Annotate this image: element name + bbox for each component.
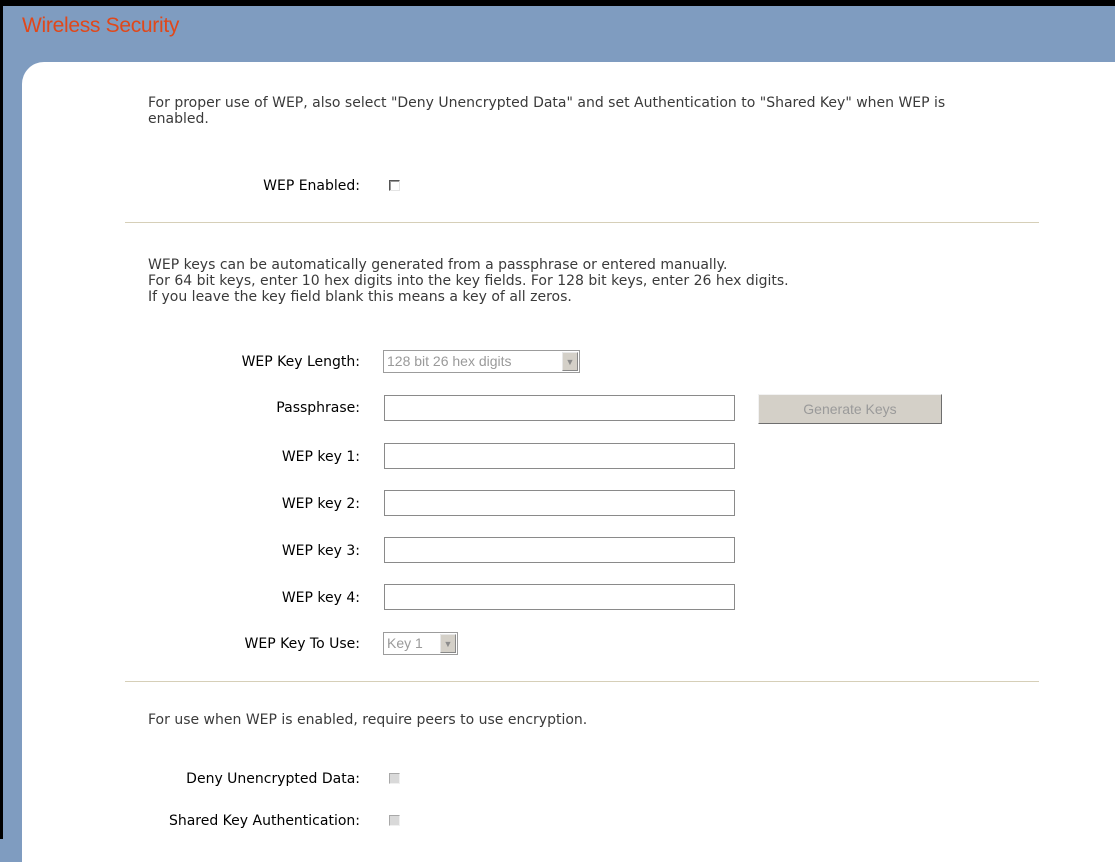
deny-unencrypted-checkbox[interactable]	[389, 773, 400, 784]
wep-key-1-label: WEP key 1:	[281, 449, 360, 465]
wep-key-to-use-value: Key 1	[387, 635, 423, 651]
section-divider	[125, 222, 1039, 223]
wep-key-length-select[interactable]: 128 bit 26 hex digits ▼	[383, 350, 580, 373]
wep-key-length-value: 128 bit 26 hex digits	[387, 353, 512, 369]
encryption-help-text: For use when WEP is enabled, require pee…	[148, 712, 588, 728]
generate-keys-button[interactable]: Generate Keys	[758, 394, 942, 424]
wep-key-length-label: WEP Key Length:	[241, 354, 360, 370]
wep-key-1-input[interactable]	[384, 443, 735, 469]
wep-key-4-input[interactable]	[384, 584, 735, 610]
wep-key-2-input[interactable]	[384, 490, 735, 516]
shared-key-auth-checkbox[interactable]	[389, 815, 400, 826]
shared-key-auth-label: Shared Key Authentication:	[168, 813, 360, 829]
window-left-border	[0, 0, 3, 839]
wep-enabled-checkbox[interactable]	[389, 180, 400, 191]
window-top-border	[0, 0, 1115, 6]
keys-help-line-3: If you leave the key field blank this me…	[148, 289, 572, 305]
wep-key-4-label: WEP key 4:	[281, 590, 360, 606]
wep-key-2-label: WEP key 2:	[281, 496, 360, 512]
wep-key-3-input[interactable]	[384, 537, 735, 563]
wep-key-to-use-label: WEP Key To Use:	[244, 636, 360, 652]
wep-intro-text: For proper use of WEP, also select "Deny…	[148, 95, 946, 127]
wep-key-to-use-select[interactable]: Key 1 ▼	[383, 632, 458, 655]
chevron-down-icon[interactable]: ▼	[562, 352, 578, 371]
wep-key-3-label: WEP key 3:	[281, 543, 360, 559]
deny-unencrypted-label: Deny Unencrypted Data:	[186, 771, 360, 787]
passphrase-input[interactable]	[384, 395, 735, 421]
keys-help-line-2: For 64 bit keys, enter 10 hex digits int…	[148, 273, 789, 289]
page-title: Wireless Security	[22, 14, 180, 37]
chevron-down-icon[interactable]: ▼	[440, 634, 456, 653]
wep-enabled-label: WEP Enabled:	[263, 178, 360, 194]
keys-help-line-1: WEP keys can be automatically generated …	[148, 257, 728, 273]
section-divider	[125, 681, 1039, 682]
passphrase-label: Passphrase:	[276, 400, 360, 416]
